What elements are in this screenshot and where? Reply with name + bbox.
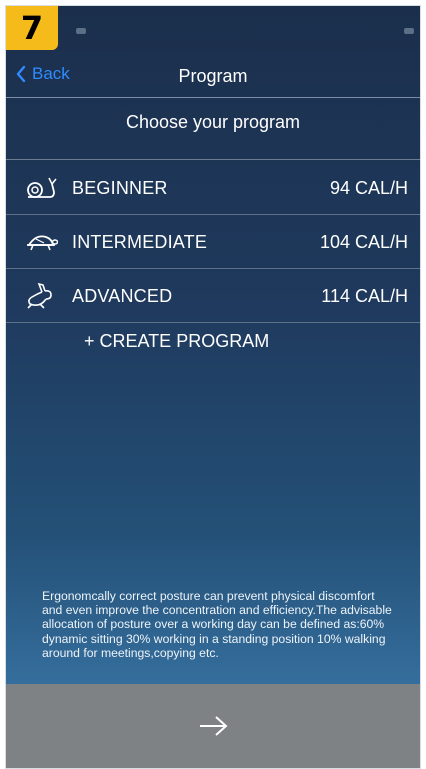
section-header: Choose your program — [6, 98, 420, 160]
program-calories: 104 CAL/H — [319, 232, 408, 252]
program-calories: 94 CAL/H — [329, 178, 408, 198]
navigation-bar: Back Program — [6, 54, 420, 98]
snail-icon — [27, 177, 57, 198]
page-title: Program — [178, 66, 248, 86]
program-list: BEGINNER 94 CAL/H INTERMEDIATE 104 CAL/H — [6, 161, 420, 323]
turtle-icon — [27, 235, 58, 251]
step-badge: 7 — [6, 6, 58, 50]
battery-icon — [404, 28, 414, 34]
arrow-right-icon — [200, 716, 228, 736]
program-calories: 114 CAL/H — [321, 286, 408, 306]
create-program-button[interactable]: + CREATE PROGRAM — [84, 331, 269, 352]
next-button[interactable] — [6, 684, 420, 768]
program-row-beginner[interactable]: BEGINNER 94 CAL/H — [6, 161, 420, 215]
posture-info-text: Ergonomcally correct posture can prevent… — [42, 589, 392, 660]
rabbit-icon — [27, 282, 52, 309]
program-row-intermediate[interactable]: INTERMEDIATE 104 CAL/H — [6, 215, 420, 269]
program-row-advanced[interactable]: ADVANCED 114 CAL/H — [6, 269, 420, 323]
phone-screen: 7 Back Program Choose your program BEGIN… — [5, 5, 421, 769]
program-name: BEGINNER — [72, 178, 168, 198]
program-name: INTERMEDIATE — [72, 232, 208, 252]
status-indicator — [76, 28, 86, 34]
program-name: ADVANCED — [72, 286, 173, 306]
